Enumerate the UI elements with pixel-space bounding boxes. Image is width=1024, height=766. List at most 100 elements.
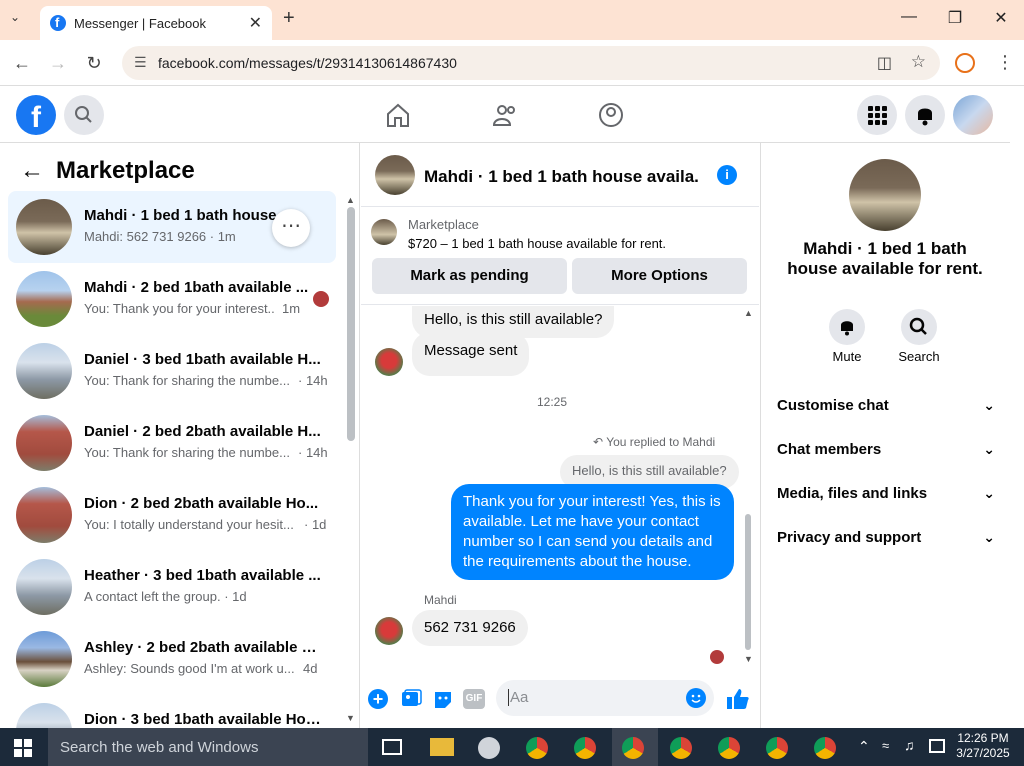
minimize-icon[interactable]: —	[894, 8, 924, 26]
reply-arrow-icon: ↶	[593, 435, 604, 449]
chrome-icon[interactable]	[814, 737, 836, 759]
message-input[interactable]: Aa	[496, 680, 714, 716]
scroll-up-icon[interactable]: ▲	[744, 308, 753, 318]
notifications-button[interactable]	[905, 95, 945, 135]
tab-strip: ⌄ Messenger | Facebook ✕ + — ❐ ✕	[0, 0, 1024, 40]
more-options-icon[interactable]: ⋯	[272, 209, 310, 247]
avatar	[16, 487, 72, 543]
media-files-section[interactable]: Media, files and links ⌄	[777, 485, 1001, 502]
thread-scrollbar[interactable]	[745, 514, 751, 650]
install-app-icon[interactable]: ◫	[877, 53, 892, 73]
chrome-icon[interactable]	[670, 737, 692, 759]
reload-icon[interactable]: ↻	[82, 53, 106, 74]
browser-menu-icon[interactable]: ⋮	[996, 52, 1014, 73]
incoming-message[interactable]: Message sent	[412, 332, 530, 376]
conversation-item[interactable]: Ashley · 2 bed 2bath available H... Ashl…	[8, 623, 336, 695]
home-icon[interactable]	[384, 101, 412, 129]
address-bar[interactable]: ☰ facebook.com/messages/t/29314130614867…	[122, 46, 940, 80]
browser-tab[interactable]: Messenger | Facebook ✕	[40, 6, 272, 40]
like-icon[interactable]	[725, 686, 751, 712]
conversation-item[interactable]: Dion · 2 bed 2bath available Ho... You: …	[8, 479, 336, 551]
windows-start-icon[interactable]	[14, 739, 32, 757]
listing-card: Marketplace $720 – 1 bed 1 bath house av…	[361, 207, 759, 305]
more-options-button[interactable]: More Options	[572, 258, 747, 294]
customise-chat-section[interactable]: Customise chat ⌄	[777, 397, 1001, 414]
info-icon[interactable]: i	[717, 165, 737, 185]
snipping-tool-icon[interactable]	[478, 737, 500, 759]
tab-search-icon[interactable]: ⌄	[10, 10, 20, 24]
chat-title[interactable]: Mahdi · 1 bed 1 bath house availa...	[424, 167, 699, 187]
taskbar-search-box[interactable]: Search the web and Windows	[48, 728, 368, 766]
mute-button[interactable]	[829, 309, 865, 345]
tray-chevron-icon[interactable]: ⌃	[858, 738, 870, 755]
windows-taskbar: Search the web and Windows ⌃ ≈ ♫ 12:26 P…	[0, 728, 1024, 766]
conversation-item[interactable]: Mahdi · 1 bed 1 bath house av... Mahdi: …	[8, 191, 336, 263]
tab-close-icon[interactable]: ✕	[249, 13, 262, 33]
url-text: facebook.com/messages/t/2931413061486743…	[158, 55, 457, 71]
file-explorer-icon[interactable]	[430, 738, 454, 756]
scroll-down-icon[interactable]: ▼	[346, 713, 355, 723]
conversation-item[interactable]: Heather · 3 bed 1bath available ... A co…	[8, 551, 336, 623]
account-avatar[interactable]	[953, 95, 993, 135]
seen-avatar	[313, 291, 329, 307]
details-avatar[interactable]	[849, 159, 921, 231]
scroll-down-icon[interactable]: ▼	[744, 654, 753, 664]
conversation-item[interactable]: Dion · 3 bed 1bath available Hou...	[8, 695, 336, 728]
conversation-item[interactable]: Mahdi · 2 bed 1bath available ... You: T…	[8, 263, 336, 335]
emoji-icon[interactable]	[686, 688, 706, 708]
volume-icon[interactable]: ♫	[904, 737, 915, 753]
avatar	[16, 199, 72, 255]
facebook-logo-icon[interactable]: f	[16, 95, 56, 135]
fb-search-button[interactable]	[64, 95, 104, 135]
conversation-name: Daniel · 2 bed 2bath available H...	[84, 423, 321, 440]
mark-pending-button[interactable]: Mark as pending	[372, 258, 567, 294]
avatar	[16, 631, 72, 687]
conversation-item[interactable]: Daniel · 2 bed 2bath available H... You:…	[8, 407, 336, 479]
avatar	[16, 343, 72, 399]
groups-icon[interactable]	[597, 101, 625, 129]
outgoing-message[interactable]: Thank you for your interest! Yes, this i…	[451, 484, 734, 580]
message-input-placeholder: Aa	[508, 689, 529, 706]
site-info-icon[interactable]: ☰	[134, 54, 147, 71]
avatar[interactable]	[375, 155, 415, 195]
conversation-preview: You: Thank you for your interest...	[84, 301, 274, 316]
scroll-up-icon[interactable]: ▲	[346, 195, 355, 205]
network-icon[interactable]: ≈	[882, 738, 889, 753]
list-scrollbar[interactable]	[347, 207, 355, 441]
chat-members-section[interactable]: Chat members ⌄	[777, 441, 1001, 458]
chrome-icon[interactable]	[526, 737, 548, 759]
add-icon[interactable]: +	[368, 689, 388, 709]
search-conversation-button[interactable]	[901, 309, 937, 345]
incoming-message[interactable]: 562 731 9266	[412, 610, 528, 646]
chrome-icon[interactable]	[766, 737, 788, 759]
conversation-name: Dion · 2 bed 2bath available Ho...	[84, 495, 319, 512]
sticker-icon[interactable]	[432, 688, 454, 710]
conversation-item[interactable]: Daniel · 3 bed 1bath available H... You:…	[8, 335, 336, 407]
back-arrow-icon[interactable]: ←	[20, 157, 44, 185]
back-icon[interactable]: ←	[10, 53, 34, 74]
listing-label: Marketplace	[408, 217, 479, 232]
notifications-icon[interactable]	[929, 739, 945, 753]
listing-thumbnail	[371, 219, 397, 245]
search-icon	[75, 106, 92, 123]
chrome-icon[interactable]	[718, 737, 740, 759]
close-window-icon[interactable]: ✕	[986, 8, 1016, 28]
task-view-icon[interactable]	[382, 739, 402, 755]
menu-button[interactable]	[857, 95, 897, 135]
forward-icon[interactable]: →	[46, 53, 70, 74]
gif-button[interactable]: GIF	[463, 689, 485, 709]
friends-icon[interactable]	[491, 101, 519, 129]
image-icon[interactable]	[400, 688, 422, 710]
clock[interactable]: 12:26 PM 3/27/2025	[952, 731, 1014, 761]
new-tab-button[interactable]: +	[283, 7, 295, 30]
profile-icon[interactable]	[955, 53, 975, 73]
conversation-name: Mahdi · 1 bed 1 bath house av...	[84, 207, 294, 224]
tab-title: Messenger | Facebook	[74, 15, 206, 31]
conversation-list-panel: ← Marketplace Mahdi · 1 bed 1 bath house…	[0, 143, 360, 728]
bookmark-star-icon[interactable]: ☆	[911, 52, 926, 72]
chrome-icon[interactable]	[622, 737, 644, 759]
conversation-time: 4d	[303, 661, 318, 676]
maximize-icon[interactable]: ❐	[940, 8, 970, 28]
privacy-support-section[interactable]: Privacy and support ⌄	[777, 529, 1001, 546]
chrome-icon[interactable]	[574, 737, 596, 759]
